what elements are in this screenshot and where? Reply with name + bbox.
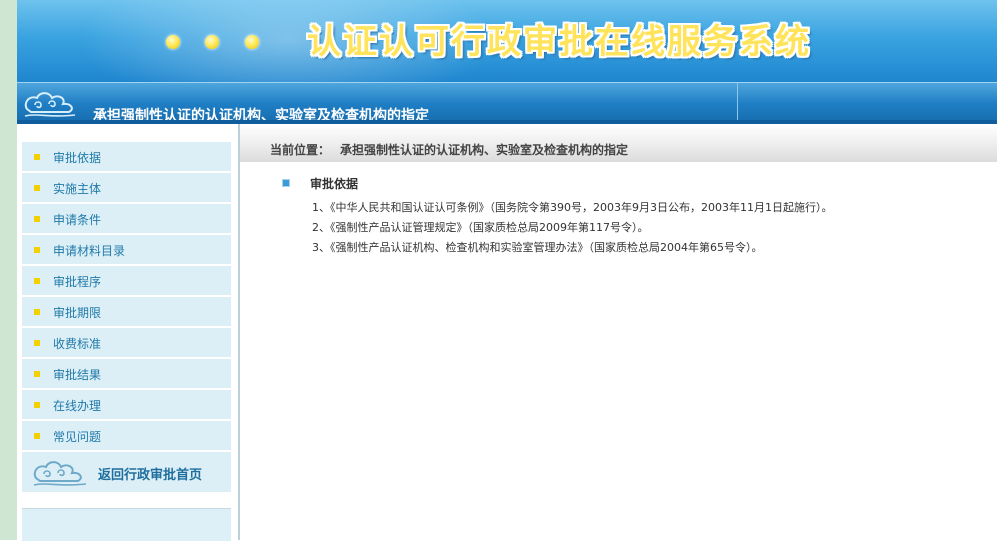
banner-dot-icon [166,35,180,49]
banner-dot-icon [245,35,259,49]
square-bullet-icon [34,154,40,160]
basis-item: 1、《中华人民共和国认证认可条例》（国务院令第390号，2003年9月3日公布，… [312,201,833,214]
nav-bar: 承担强制性认证的认证机构、实验室及检查机构的指定 [17,82,997,124]
square-bullet-icon [34,309,40,315]
breadcrumb-text: 当前位置： 承担强制性认证的认证机构、实验室及检查机构的指定 [270,141,628,158]
sidebar-item-approval-basis[interactable]: 审批依据 [22,142,231,171]
back-to-home-link[interactable]: 返回行政审批首页 [22,452,231,492]
banner-dot-icon [205,35,219,49]
sidebar-item-label: 申请条件 [53,213,102,227]
square-bullet-icon [282,179,290,187]
breadcrumb: 当前位置： 承担强制性认证的认证机构、实验室及检查机构的指定 [240,124,997,162]
sidebar-item-approval-result[interactable]: 审批结果 [22,359,231,388]
cloud-swirl-icon [24,92,76,117]
sidebar-item-label: 实施主体 [53,182,102,196]
sidebar-item-label: 审批结果 [53,368,102,382]
basis-item: 3、《强制性产品认证机构、检查机构和实验室管理办法》（国家质检总局2004年第6… [312,241,763,254]
main-content: 当前位置： 承担强制性认证的认证机构、实验室及检查机构的指定 审批依据 1、《中华… [240,124,997,540]
sidebar-item-materials-list[interactable]: 申请材料目录 [22,235,231,264]
sidebar-item-label: 常见问题 [53,430,102,444]
sidebar-item-label: 审批期限 [53,306,102,320]
square-bullet-icon [34,216,40,222]
square-bullet-icon [34,402,40,408]
sidebar-item-label: 审批依据 [53,151,102,165]
sidebar-item-approval-deadline[interactable]: 审批期限 [22,297,231,326]
square-bullet-icon [34,278,40,284]
square-bullet-icon [34,433,40,439]
sidebar: 审批依据 实施主体 申请条件 申请材料目录 审批程序 审批期限 收费标准 审批结… [17,124,240,541]
square-bullet-icon [34,247,40,253]
nav-divider [737,83,738,121]
sidebar-footer-panel [22,508,231,541]
sidebar-item-label: 审批程序 [53,275,102,289]
square-bullet-icon [34,185,40,191]
site-title: 认证认可行政审批在线服务系统 [307,22,811,62]
left-edge-strip [0,0,17,540]
sidebar-item-label: 收费标准 [53,337,102,351]
sidebar-item-online-processing[interactable]: 在线办理 [22,390,231,419]
sidebar-item-faq[interactable]: 常见问题 [22,421,231,450]
basis-item: 2、《强制性产品认证管理规定》（国家质检总局2009年第117号令）。 [312,221,649,234]
square-bullet-icon [34,340,40,346]
sidebar-item-label: 在线办理 [53,399,102,413]
square-bullet-icon [34,371,40,377]
cloud-swirl-icon [33,461,87,486]
sidebar-item-label: 申请材料目录 [53,244,126,258]
sidebar-item-implementing-body[interactable]: 实施主体 [22,173,231,202]
site-banner: 认证认可行政审批在线服务系统 [17,0,997,82]
sidebar-menu: 审批依据 实施主体 申请条件 申请材料目录 审批程序 审批期限 收费标准 审批结… [22,142,231,492]
breadcrumb-prefix: 当前位置： [270,143,331,157]
sidebar-item-approval-procedure[interactable]: 审批程序 [22,266,231,295]
breadcrumb-current: 承担强制性认证的认证机构、实验室及检查机构的指定 [340,143,629,157]
sidebar-item-application-conditions[interactable]: 申请条件 [22,204,231,233]
sidebar-item-fee-standard[interactable]: 收费标准 [22,328,231,357]
section-title: 审批依据 [310,177,359,191]
back-to-home-label: 返回行政审批首页 [98,468,203,483]
